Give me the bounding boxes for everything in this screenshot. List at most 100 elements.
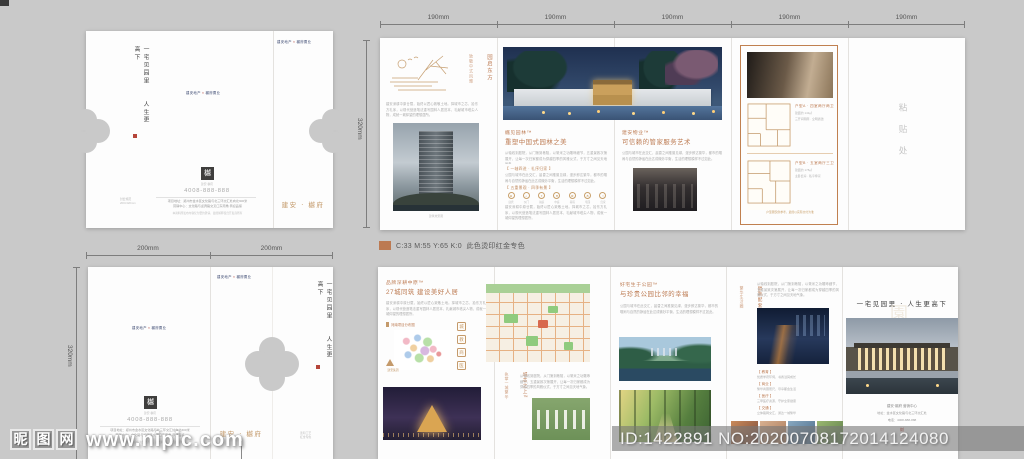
- floorplan-b-area: 建面约 178㎡: [795, 168, 813, 172]
- garden-circle-icon: ❀: [507, 192, 515, 199]
- bpanel3-heading-small: 好宅生于公园™: [620, 283, 658, 288]
- map-label: 河南项目分布图: [386, 322, 415, 327]
- gate-pool: [503, 106, 722, 120]
- side-note-line2: 红金专色: [300, 435, 312, 440]
- amenity-list: 【 教育 】 优质学府环伺，书香浸润成长 【 商业 】 繁华商圈咫尺，尽享都会生…: [757, 370, 842, 415]
- dimension-label-190: 190mm: [895, 14, 918, 21]
- photo-residential-tower: [393, 123, 479, 211]
- red-seal: [133, 134, 137, 138]
- co-brand-logo: 建安地产 × 樾府置业: [132, 325, 166, 330]
- panel2-subhead1: 【 一轴四进 · 礼序归家 】: [505, 167, 553, 171]
- amenity-value: 繁华商圈咫尺，尽享都会生活: [757, 387, 797, 391]
- garden-circle-icon: ☘: [584, 192, 592, 199]
- dim-tick: [210, 252, 211, 259]
- floorplan-a-desc: 三开间朝南 · 全明通透: [795, 117, 824, 121]
- panel2-body3: 建安深耕中原廿载，始终以匠心致敬土地。择城市之芯，拾东方礼序，以现代营造笔法重写…: [505, 205, 607, 221]
- bpanel3-body: 公园与城市在此交汇，晨昏之间推窗见绿，漫步即达繁华，都市的喧闹与自然的静谧在此达…: [620, 304, 718, 314]
- garden-circle-icon: ⌂: [522, 192, 530, 199]
- panel1-photo-caption: 建筑效果图: [429, 214, 443, 218]
- map-green-block: [526, 336, 538, 346]
- cmyk-values: C:33 M:55 Y:65 K:0: [396, 243, 462, 250]
- panel2-body2: 公园与城市在此交汇，晨昏之间推窗见绿，漫步即达繁华，都市的喧闹与自然的静谧在此达…: [505, 173, 607, 183]
- amenity-value: 三甲医疗资源，守护全家健康: [757, 399, 797, 403]
- watermark-id-bar: ID:1422891 NO:20200708172014124080: [612, 426, 1024, 451]
- dimension-line-top-spread: [380, 21, 965, 28]
- landmark-triangle: [417, 404, 447, 432]
- brand-mark-text: 建安集团: [387, 368, 399, 372]
- divider: [100, 426, 200, 427]
- map-project-block: [538, 320, 548, 328]
- flap-co-right: 樾府置业: [236, 275, 252, 279]
- floorplan-a: [747, 102, 791, 153]
- mansion-pool: [846, 378, 958, 394]
- bpanel3-heading-large: 与珍贵公园比邻的幸福: [620, 291, 689, 298]
- photo-park-lake: [619, 337, 711, 381]
- scan-artifact: [0, 0, 9, 6]
- dimension-line-folder: [86, 252, 333, 259]
- divider: [156, 197, 256, 198]
- frame-divider: [747, 153, 833, 154]
- watermark-char-box: 网: [56, 429, 77, 450]
- mansion-colonnade: [858, 348, 946, 370]
- floorplan-b-title: 户型B · 五室两厅三卫: [795, 161, 835, 165]
- garden-icon-item: ✦ 前庭: [536, 192, 548, 204]
- amenity-value: 优质学府环伺，书香浸润成长: [757, 375, 797, 379]
- diecut-notch-right: [309, 119, 333, 143]
- map-green-block: [564, 342, 573, 350]
- panel1-vt2: 致敬中式风雅: [469, 54, 474, 84]
- garden-circle-icon: ✦: [538, 192, 546, 199]
- bpanel1-body: 建安深耕中原廿载，始终以匠心致敬土地。择城市之芯，拾东方礼序，以现代营造笔法重写…: [386, 301, 486, 317]
- phone-number: 4008-888-888: [127, 417, 173, 423]
- dimension-label-320: 320mm: [66, 345, 73, 367]
- amenity-item: 【 医疗 】 三甲医疗资源，守护全家健康: [757, 394, 842, 403]
- folder-cover-top: 一宅见园里 人生更高下 建安地产 × 樾府置业 樾 建安·樾府 4008-888…: [86, 31, 333, 228]
- co-brand-left: 建安地产: [186, 91, 201, 95]
- garden-icon-label: 前庭: [539, 201, 545, 204]
- garden-circle-icon: ✿: [568, 192, 576, 199]
- diecut-clover-center: [262, 354, 282, 374]
- floorplan-frame: 户型A · 四室两厅两卫 建面约 143㎡ 三开间朝南 · 全明通透 户型B ·…: [740, 45, 838, 225]
- garden-icon-item: ✧ 归家: [597, 192, 609, 204]
- brand-logo-mark: 樾: [201, 167, 214, 180]
- brand-logo-caption: 建安·樾府: [200, 182, 214, 186]
- paste-char: 粘: [898, 103, 908, 125]
- dim-tick: [497, 21, 498, 28]
- map-green-block: [504, 314, 518, 323]
- fold-line: [610, 267, 611, 459]
- dimension-label-190: 190mm: [427, 14, 450, 21]
- co-brand-x: ×: [148, 326, 151, 330]
- watermark-site-url: www.nipic.com: [86, 429, 244, 451]
- dim-tick: [363, 227, 370, 228]
- dim-tick: [380, 21, 381, 28]
- brand-mark-triangle: [386, 359, 394, 366]
- dimension-label-190: 190mm: [661, 14, 684, 21]
- floorplan-caption: 户型图仅供参考，最终以实际交付为准: [766, 210, 814, 214]
- garden-icon-item: ⌂ 仪门: [520, 192, 532, 204]
- garden-icon-item: ☘ 宅园: [582, 192, 594, 204]
- photo-butler-team: [633, 168, 697, 211]
- floorplan-a-title: 户型A · 四室两厅两卫: [795, 104, 834, 108]
- floorplan-b: [747, 159, 791, 210]
- slogan-line1: 一宅见园里: [325, 281, 331, 320]
- region-icon: 商: [457, 348, 466, 357]
- panel3-heading-small: 建安物业™: [622, 131, 649, 136]
- garden-icon-label: 迎宾: [508, 201, 514, 204]
- dim-tick: [332, 252, 333, 259]
- photo-interior: [747, 52, 833, 98]
- watermark-char-box: 图: [33, 429, 54, 450]
- spot-color-swatch: [379, 241, 391, 250]
- panel1-body: 建安深耕中原廿载，始终以匠心致敬土地。择城市之芯，拾东方礼序，以现代营造笔法重写…: [386, 102, 478, 118]
- flap-co-logo: 建安地产 × 樾府置业: [217, 274, 251, 279]
- bpanel1-heading-large: 27城同筑 建设美好人居: [386, 289, 459, 296]
- gold-stamp-name: 建安 · 樾府: [281, 201, 325, 209]
- garden-icon-item: ✿ 巷院: [566, 192, 578, 204]
- garden-circle-icon: ✧: [599, 192, 607, 199]
- dim-tick: [86, 252, 87, 259]
- flap-co-left: 建安地产: [277, 40, 292, 44]
- photo-city-night: [757, 308, 829, 364]
- panel2-heading-large: 重塑中国式园林之美: [505, 139, 568, 146]
- corner-note-line2: 200×320mm: [120, 201, 136, 206]
- paste-char: 贴: [898, 124, 908, 147]
- paste-char: 处: [898, 146, 908, 168]
- amenity-item: 【 交通 】 立体路网交汇，通达一城繁华: [757, 406, 842, 415]
